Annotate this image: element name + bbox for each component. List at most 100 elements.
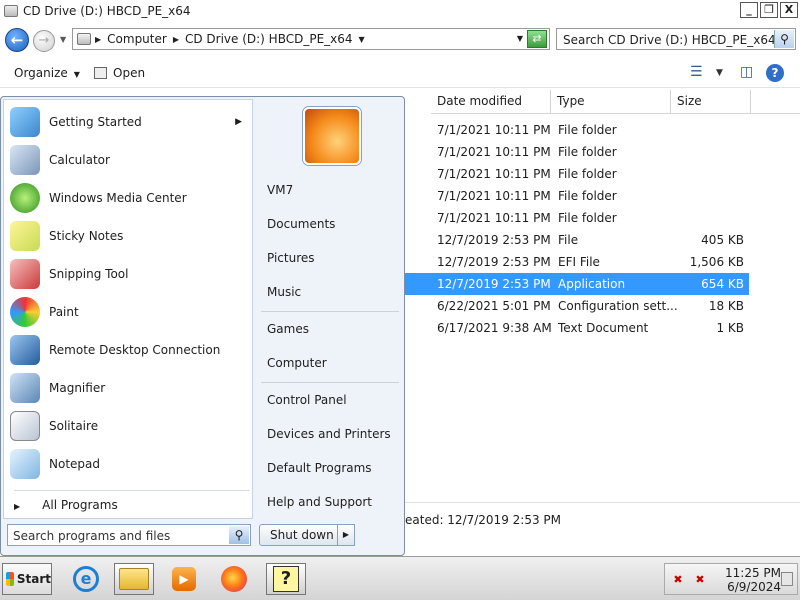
program-sticky-notes[interactable]: Sticky Notes <box>10 218 250 254</box>
search-input[interactable]: Search CD Drive (D:) HBCD_PE_x64 <box>563 33 776 47</box>
table-row[interactable]: 7/1/2021 10:11 PM File folder <box>405 207 749 229</box>
place-help-support[interactable]: Help and Support <box>267 495 372 509</box>
close-button[interactable]: X <box>780 2 798 18</box>
program-label: Magnifier <box>49 381 106 395</box>
recent-pages-dropdown[interactable]: ▼ <box>60 35 66 44</box>
organize-button[interactable]: Organize ▼ <box>14 66 80 80</box>
start-search-input[interactable]: Search programs and files <box>13 529 170 543</box>
firefox-icon <box>221 566 247 592</box>
program-label: Snipping Tool <box>49 267 129 281</box>
paint-icon <box>10 297 40 327</box>
table-row[interactable]: 6/17/2021 9:38 AM Text Document 1 KB <box>405 317 749 339</box>
internet-explorer-icon: e <box>73 566 99 592</box>
search-box[interactable]: Search CD Drive (D:) HBCD_PE_x64 ⚲ <box>556 28 796 50</box>
solitaire-icon <box>10 411 40 441</box>
start-search-box[interactable]: Search programs and files ⚲ <box>7 524 251 546</box>
network-disconnected-icon[interactable]: ✖ <box>671 573 685 587</box>
taskbar: Start e ▶ ? ✖ ✖ 11:25 PM 6/9/2024 <box>0 556 800 600</box>
place-games[interactable]: Games <box>267 322 309 336</box>
chevron-down-icon[interactable]: ▼ <box>359 35 365 44</box>
row-size: 18 KB <box>708 299 744 313</box>
magnifier-icon <box>10 373 40 403</box>
search-icon[interactable]: ⚲ <box>229 526 249 544</box>
breadcrumb-computer[interactable]: Computer <box>107 32 167 46</box>
row-type: File folder <box>558 189 617 203</box>
clock-date: 6/9/2024 <box>727 580 781 594</box>
start-button[interactable]: Start <box>2 563 52 595</box>
table-row[interactable]: 7/1/2021 10:11 PM File folder <box>405 163 749 185</box>
program-label: Getting Started <box>49 115 142 129</box>
program-magnifier[interactable]: Magnifier <box>10 370 250 406</box>
maximize-button[interactable]: ❐ <box>760 2 778 18</box>
place-computer[interactable]: Computer <box>267 356 327 370</box>
table-row-selected[interactable]: 12/7/2019 2:53 PM Application 654 KB <box>405 273 749 295</box>
program-remote-desktop[interactable]: Remote Desktop Connection <box>10 332 250 368</box>
breadcrumb-cd-drive[interactable]: CD Drive (D:) HBCD_PE_x64 <box>185 32 353 46</box>
row-type: Application <box>558 277 626 291</box>
column-type[interactable]: Type <box>551 90 671 114</box>
place-music[interactable]: Music <box>267 285 301 299</box>
column-date-modified[interactable]: Date modified <box>431 90 551 114</box>
row-size: 405 KB <box>701 233 744 247</box>
place-user[interactable]: VM7 <box>267 183 293 197</box>
minimize-button[interactable]: _ <box>740 2 758 18</box>
details-pane: eated: 12/7/2019 2:53 PM <box>405 502 800 556</box>
shutdown-options-button[interactable]: ▶ <box>337 524 355 546</box>
clock[interactable]: 11:25 PM 6/9/2024 <box>717 566 781 594</box>
open-label: Open <box>113 66 146 80</box>
program-solitaire[interactable]: Solitaire <box>10 408 250 444</box>
program-snipping-tool[interactable]: Snipping Tool <box>10 256 250 292</box>
back-button[interactable]: ← <box>5 28 29 52</box>
search-icon[interactable]: ⚲ <box>774 30 794 48</box>
row-type: EFI File <box>558 255 600 269</box>
table-row[interactable]: 6/22/2021 5:01 PM Configuration sett... … <box>405 295 749 317</box>
taskbar-internet-explorer[interactable]: e <box>66 563 106 595</box>
program-paint[interactable]: Paint <box>10 294 250 330</box>
place-pictures[interactable]: Pictures <box>267 251 315 265</box>
media-player-icon: ▶ <box>172 567 196 591</box>
all-programs-button[interactable]: ▶ All Programs <box>14 498 118 512</box>
address-dropdown[interactable]: ▼ <box>517 34 523 43</box>
table-row[interactable]: 7/1/2021 10:11 PM File folder <box>405 141 749 163</box>
table-row[interactable]: 12/7/2019 2:53 PM EFI File 1,506 KB <box>405 251 749 273</box>
view-dropdown[interactable]: ▼ <box>716 68 723 78</box>
taskbar-help[interactable]: ? <box>266 563 306 595</box>
help-icon[interactable]: ? <box>766 64 784 82</box>
volume-muted-icon[interactable]: ✖ <box>693 573 707 587</box>
taskbar-firefox[interactable] <box>214 563 254 595</box>
place-default-programs[interactable]: Default Programs <box>267 461 372 475</box>
table-row[interactable]: 7/1/2021 10:11 PM File folder <box>405 185 749 207</box>
place-documents[interactable]: Documents <box>267 217 335 231</box>
program-calculator[interactable]: Calculator <box>10 142 250 178</box>
column-size[interactable]: Size <box>671 90 751 114</box>
divider <box>14 490 250 491</box>
program-getting-started[interactable]: Getting Started ▶ <box>10 104 250 140</box>
table-row[interactable]: 12/7/2019 2:53 PM File 405 KB <box>405 229 749 251</box>
place-control-panel[interactable]: Control Panel <box>267 393 347 407</box>
chevron-right-icon[interactable]: ▶ <box>173 35 179 44</box>
open-button[interactable]: Open <box>94 66 145 80</box>
row-date: 7/1/2021 10:11 PM <box>437 123 551 137</box>
details-created: eated: 12/7/2019 2:53 PM <box>405 513 561 527</box>
row-date: 12/7/2019 2:53 PM <box>437 233 551 247</box>
getting-started-icon <box>10 107 40 137</box>
place-devices-printers[interactable]: Devices and Printers <box>267 427 391 441</box>
address-bar[interactable]: ▶ Computer ▶ CD Drive (D:) HBCD_PE_x64 ▼… <box>72 28 550 50</box>
refresh-button[interactable]: ⇄ <box>527 30 547 48</box>
taskbar-explorer[interactable] <box>114 563 154 595</box>
chevron-right-icon[interactable]: ▶ <box>95 35 101 44</box>
row-type: Configuration sett... <box>558 299 678 313</box>
preview-pane-icon[interactable]: ◫ <box>740 64 753 80</box>
show-desktop-button[interactable] <box>781 572 793 586</box>
view-options-icon[interactable]: ☰ <box>690 64 703 80</box>
user-picture[interactable] <box>303 107 361 165</box>
program-notepad[interactable]: Notepad <box>10 446 250 482</box>
program-media-center[interactable]: Windows Media Center <box>10 180 250 216</box>
forward-button[interactable]: → <box>33 30 55 52</box>
row-date: 7/1/2021 10:11 PM <box>437 167 551 181</box>
table-row[interactable]: 7/1/2021 10:11 PM File folder <box>405 119 749 141</box>
program-label: Notepad <box>49 457 100 471</box>
file-list: Date modified Type Size 7/1/2021 10:11 P… <box>405 88 800 500</box>
taskbar-media-player[interactable]: ▶ <box>164 563 204 595</box>
title-bar: CD Drive (D:) HBCD_PE_x64 _ ❐ X <box>0 0 800 22</box>
